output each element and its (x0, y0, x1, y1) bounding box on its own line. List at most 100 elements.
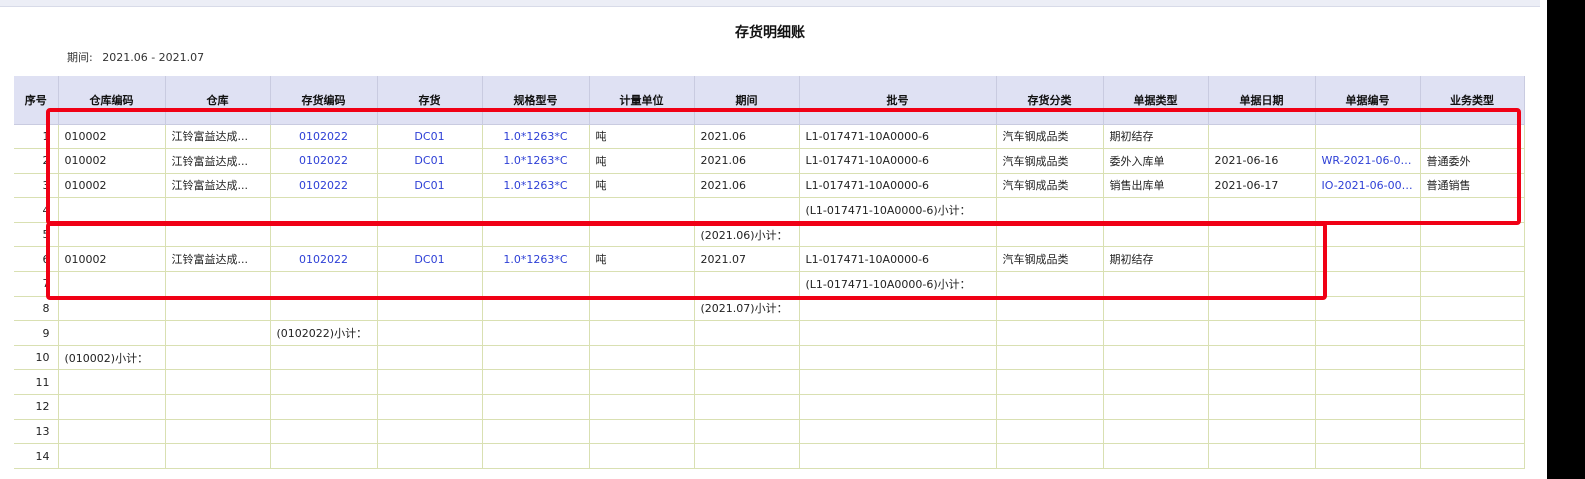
column-header-seq[interactable]: 序号 (14, 76, 59, 125)
table-row[interactable]: 9 (0102022)小计： (14, 320, 1525, 346)
cell-category (996, 419, 1104, 445)
table-row[interactable]: 11 (14, 369, 1525, 396)
table-row[interactable]: 13 (14, 419, 1525, 445)
cell-batch: (L1-017471-10A0000-6)小计： (799, 197, 997, 223)
cell-category: 汽车钢成品类 (996, 124, 1104, 150)
cell-doc-date (1208, 394, 1316, 420)
column-header-period[interactable]: 期间 (694, 76, 800, 125)
cell-item[interactable]: DC01 (377, 173, 483, 199)
cell-unit (589, 369, 695, 396)
cell-doc-date (1208, 222, 1316, 248)
cell-item[interactable]: DC01 (377, 148, 483, 174)
cell-unit (589, 296, 695, 322)
column-header-warehouse-code[interactable]: 仓库编码 (58, 76, 166, 125)
cell-item-code[interactable]: 0102022 (270, 148, 378, 174)
cell-warehouse: 江铃富益达成... (165, 246, 271, 273)
cell-warehouse (165, 419, 271, 445)
cell-doc-no[interactable]: WR-2021-06-0003 (1315, 148, 1421, 174)
cell-doc-no (1315, 296, 1421, 322)
column-header-item-code[interactable]: 存货编码 (270, 76, 378, 125)
cell-biz-type (1420, 345, 1525, 371)
cell-period (694, 271, 800, 297)
cell-seq: 7 (14, 271, 59, 297)
cell-biz-type (1420, 124, 1525, 150)
cell-biz-type (1420, 443, 1525, 469)
cell-batch (799, 345, 997, 371)
cell-spec[interactable]: 1.0*1263*C (482, 173, 590, 199)
cell-doc-type (1103, 271, 1209, 297)
cell-category (996, 345, 1104, 371)
cell-item (377, 320, 483, 346)
cell-batch: L1-017471-10A0000-6 (799, 124, 997, 150)
column-header-doc-type[interactable]: 单据类型 (1103, 76, 1209, 125)
table-row[interactable]: 3 010002 江铃富益达成... 0102022 DC01 1.0*1263*C 吨 20… (14, 173, 1525, 199)
cell-item (377, 369, 483, 396)
column-header-biz-type[interactable]: 业务类型 (1420, 76, 1525, 125)
cell-period (694, 320, 800, 346)
cell-batch (799, 419, 997, 445)
cell-item-code[interactable]: 0102022 (270, 124, 378, 150)
cell-doc-no (1315, 369, 1421, 396)
cell-warehouse-code (58, 419, 166, 445)
cell-spec (482, 222, 590, 248)
cell-item (377, 394, 483, 420)
cell-spec (482, 296, 590, 322)
column-header-category[interactable]: 存货分类 (996, 76, 1104, 125)
table-row[interactable]: 10 (010002)小计： (14, 345, 1525, 371)
column-header-warehouse[interactable]: 仓库 (165, 76, 271, 125)
cell-warehouse-code: 010002 (58, 148, 166, 174)
cell-category (996, 443, 1104, 469)
cell-spec (482, 345, 590, 371)
table-row[interactable]: 1 010002 江铃富益达成... 0102022 DC01 1.0*1263*C 吨 20… (14, 124, 1525, 150)
cell-spec[interactable]: 1.0*1263*C (482, 246, 590, 273)
table-body: 1 010002 江铃富益达成... 0102022 DC01 1.0*1263*C 吨 20… (14, 124, 1525, 469)
cell-doc-date (1208, 296, 1316, 322)
cell-batch: L1-017471-10A0000-6 (799, 148, 997, 174)
cell-spec[interactable]: 1.0*1263*C (482, 148, 590, 174)
cell-biz-type (1420, 296, 1525, 322)
cell-item-code[interactable]: 0102022 (270, 173, 378, 199)
column-header-unit[interactable]: 计量单位 (589, 76, 695, 125)
cell-spec[interactable]: 1.0*1263*C (482, 124, 590, 150)
table-row[interactable]: 14 (14, 443, 1525, 469)
cell-warehouse (165, 197, 271, 223)
table-row[interactable]: 6 010002 江铃富益达成... 0102022 DC01 1.0*1263*C 吨 20… (14, 246, 1525, 273)
cell-doc-no[interactable]: IO-2021-06-0027 (1315, 173, 1421, 199)
table-row[interactable]: 5 (2021.06)小计： (14, 222, 1525, 248)
column-header-batch[interactable]: 批号 (799, 76, 997, 125)
cell-doc-date (1208, 271, 1316, 297)
cell-period (694, 419, 800, 445)
table-row[interactable]: 8 (2021.07)小计： (14, 296, 1525, 322)
cell-biz-type (1420, 246, 1525, 273)
cell-doc-date (1208, 369, 1316, 396)
table-row[interactable]: 4 (L1-017471-10A0000-6)小计： (14, 197, 1525, 223)
cell-warehouse: 江铃富益达成... (165, 173, 271, 199)
cell-batch (799, 222, 997, 248)
cell-item[interactable]: DC01 (377, 124, 483, 150)
column-header-doc-date[interactable]: 单据日期 (1208, 76, 1316, 125)
cell-period: (2021.07)小计： (694, 296, 800, 322)
column-header-spec[interactable]: 规格型号 (482, 76, 590, 125)
column-header-item[interactable]: 存货 (377, 76, 483, 125)
cell-warehouse (165, 369, 271, 396)
column-header-doc-no[interactable]: 单据编号 (1315, 76, 1421, 125)
cell-item (377, 271, 483, 297)
cell-seq: 13 (14, 419, 59, 445)
table-row[interactable]: 7 (L1-017471-10A0000-6)小计： (14, 271, 1525, 297)
cell-batch: (L1-017471-10A0000-6)小计： (799, 271, 997, 297)
cell-item-code (270, 419, 378, 445)
table-row[interactable]: 12 (14, 394, 1525, 420)
right-edge-bar (1547, 0, 1585, 479)
cell-doc-type: 委外入库单 (1103, 148, 1209, 174)
cell-period: 2021.06 (694, 148, 800, 174)
cell-doc-no (1315, 271, 1421, 297)
cell-seq: 2 (14, 148, 59, 174)
cell-batch (799, 296, 997, 322)
cell-item-code[interactable]: 0102022 (270, 246, 378, 273)
table-header-row: 序号 仓库编码 仓库 存货编码 存货 规格型号 计量单位 期间 批号 存货分类 单据类型 单据日期 单据… (14, 76, 1525, 125)
cell-item[interactable]: DC01 (377, 246, 483, 273)
cell-biz-type (1420, 222, 1525, 248)
table-row[interactable]: 2 010002 江铃富益达成... 0102022 DC01 1.0*1263*C 吨 20… (14, 148, 1525, 174)
cell-period (694, 394, 800, 420)
cell-category: 汽车钢成品类 (996, 246, 1104, 273)
